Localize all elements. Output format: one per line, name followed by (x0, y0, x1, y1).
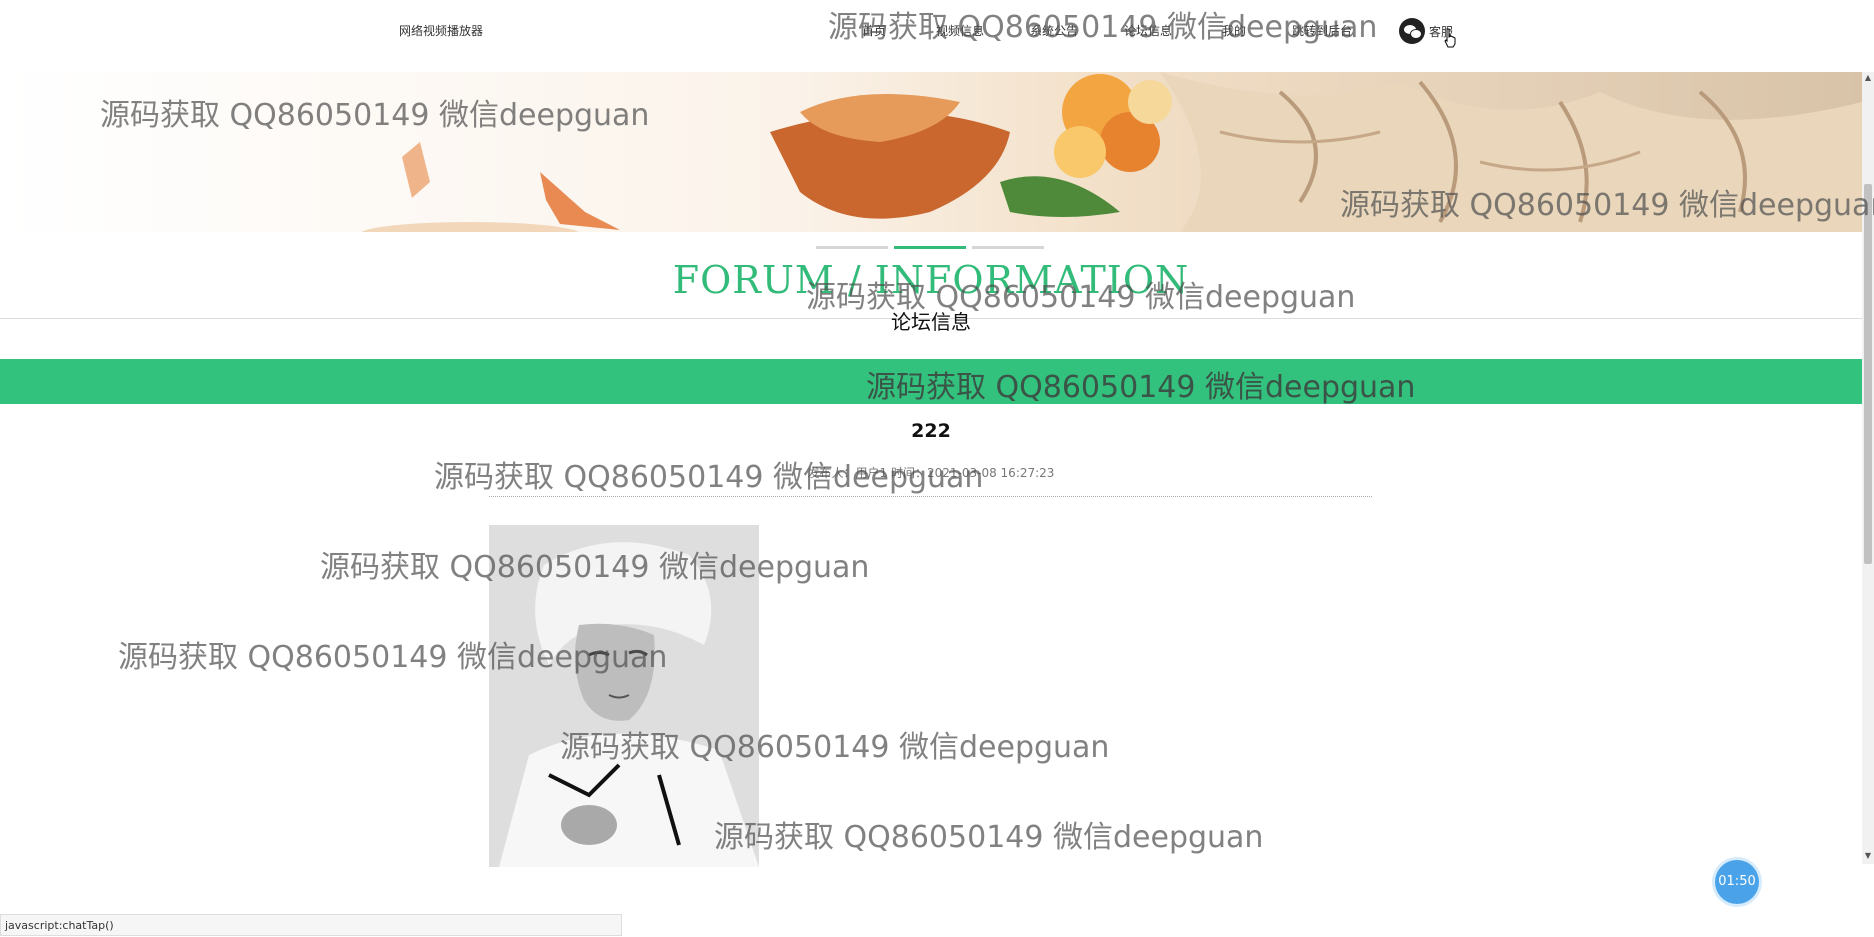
hand-cursor-icon (1444, 28, 1456, 48)
nav-item-forum[interactable]: 论坛信息 (1124, 22, 1172, 39)
slider-dot[interactable] (972, 246, 1044, 249)
wechat-icon (1399, 18, 1425, 44)
site-brand[interactable]: 网络视频播放器 (399, 22, 483, 39)
scrollbar-thumb[interactable] (1864, 184, 1872, 564)
nav-item-admin[interactable]: 跳转到后台 (1292, 22, 1352, 39)
post-image (489, 525, 759, 867)
watermark-text: 源码获取 QQ86050149 微信deepguan (714, 820, 1264, 855)
banner-illustration (0, 72, 1862, 232)
slider-dot[interactable] (816, 246, 888, 249)
post-meta: 发布人：用户1 时间：2021-03-08 16:27:23 (807, 466, 1055, 480)
scroll-down-arrow-icon[interactable]: ▼ (1864, 852, 1872, 860)
timer-bubble[interactable]: 01:50 (1715, 860, 1759, 904)
hero-banner (0, 72, 1862, 232)
post-title: 222 (911, 420, 951, 442)
accent-bar (0, 359, 1862, 404)
section-title-en: FORUM / INFORMATION (672, 258, 1190, 302)
nav-item-mine[interactable]: 我的 (1222, 22, 1246, 39)
nav-item-videos[interactable]: 视频信息 (936, 22, 984, 39)
post-divider (489, 496, 1372, 497)
scroll-up-arrow-icon[interactable]: ▲ (1864, 74, 1872, 82)
slider-indicator (816, 246, 1044, 249)
nav-item-announcements[interactable]: 系统公告 (1030, 22, 1078, 39)
slider-dot-active[interactable] (894, 246, 966, 249)
browser-status-bar: javascript:chatTap() (0, 914, 622, 936)
section-title-cn: 论坛信息 (891, 310, 971, 334)
top-nav: 网络视频播放器 首页 视频信息 系统公告 论坛信息 我的 跳转到后台 客服 (0, 0, 1862, 72)
nav-item-home[interactable]: 首页 (862, 22, 886, 39)
